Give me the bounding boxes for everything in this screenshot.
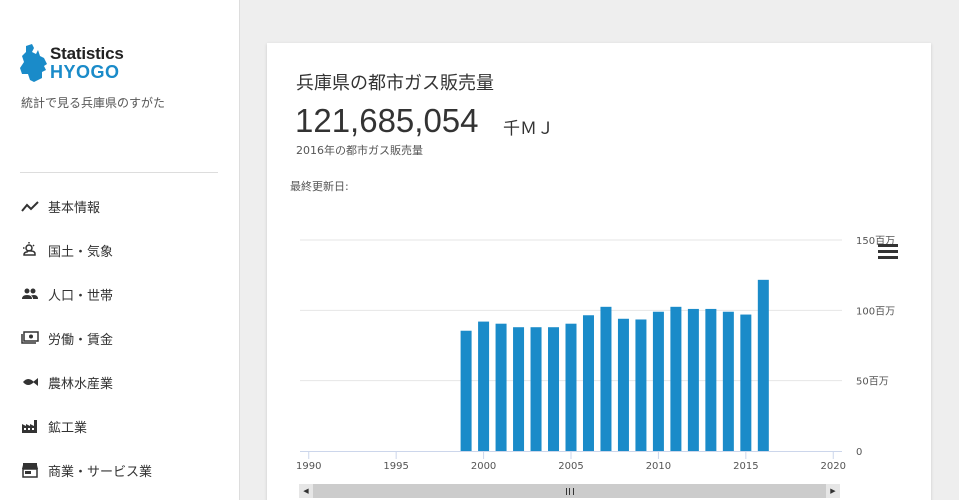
x-tick-label: 2015	[733, 461, 758, 472]
sidebar-item-label: 商業・サービス業	[48, 464, 153, 480]
bar	[705, 308, 717, 451]
fish-icon	[20, 372, 40, 392]
sidebar-item-label: 農林水産業	[48, 376, 114, 392]
bar	[513, 327, 525, 451]
x-tick-label: 1995	[383, 461, 408, 472]
x-tick-label: 1990	[296, 461, 321, 472]
bar	[740, 314, 752, 451]
x-tick-label: 2020	[821, 461, 846, 472]
bar	[530, 327, 542, 451]
tagline: 統計で見る兵庫県のすがた	[21, 96, 166, 110]
logo-title-top: Statistics	[50, 44, 124, 63]
sidebar-item-label: 人口・世帯	[48, 288, 114, 304]
bar-chart: 050百万100百万150百万1990 1995 2000 2005 2010 2015 2…	[296, 235, 895, 472]
bar	[548, 327, 560, 451]
sidebar-item-commerce[interactable]: 商業・サービス業	[20, 448, 220, 492]
sidebar-item-land-weather[interactable]: 国土・気象	[20, 228, 220, 272]
bar	[495, 323, 507, 451]
x-tick-label: 2005	[558, 461, 583, 472]
chart-scrollbar[interactable]: ◀ ▶	[299, 484, 840, 498]
bar	[617, 318, 629, 451]
store-icon	[20, 460, 40, 480]
bar	[460, 330, 472, 451]
bar	[757, 279, 769, 451]
x-tick-label: 2010	[646, 461, 671, 472]
sidebar-item-basic-info[interactable]: 基本情報	[20, 184, 220, 228]
weather-icon	[20, 240, 40, 260]
sidebar-divider	[20, 172, 218, 173]
chart-menu-button[interactable]	[878, 244, 898, 260]
logo-title-bottom: HYOGO	[50, 62, 120, 82]
bar	[582, 315, 594, 451]
sidebar-item-label: 国土・気象	[48, 244, 114, 260]
bar	[478, 321, 490, 451]
bar	[635, 319, 647, 451]
scroll-left-arrow-icon[interactable]: ◀	[299, 484, 313, 498]
people-icon	[20, 284, 40, 304]
sidebar-item-industry[interactable]: 鉱工業	[20, 404, 220, 448]
bar	[670, 306, 682, 451]
sidebar-item-label: 鉱工業	[48, 420, 88, 436]
trending-up-icon	[20, 196, 40, 216]
sidebar-item-labor[interactable]: 労働・賃金	[20, 316, 220, 360]
sidebar-nav: 基本情報 国土・気象 人口・世帯 労働・賃金 農林水産業 鉱工業 商業・サービス…	[20, 184, 220, 492]
hyogo-map-icon	[20, 44, 47, 82]
bar	[722, 311, 734, 451]
sidebar-item-label: 基本情報	[48, 200, 101, 216]
scroll-right-arrow-icon[interactable]: ▶	[826, 484, 840, 498]
sidebar-item-label: 労働・賃金	[48, 332, 114, 348]
factory-icon	[20, 416, 40, 436]
x-tick-label: 2000	[471, 461, 496, 472]
bar	[687, 308, 699, 451]
bar	[600, 306, 612, 451]
y-tick-label: 50百万	[856, 376, 889, 388]
sidebar-item-agriculture[interactable]: 農林水産業	[20, 360, 220, 404]
y-tick-label: 100百万	[856, 305, 895, 317]
y-tick-label: 0	[856, 447, 862, 458]
sidebar: Statistics HYOGO 統計で見る兵庫県のすがた 基本情報 国土・気象…	[0, 0, 240, 500]
bar	[652, 311, 664, 451]
stat-card: 兵庫県の都市ガス販売量 121,685,054 千ＭＪ 2016年の都市ガス販売…	[267, 43, 931, 500]
logo[interactable]: Statistics HYOGO	[20, 44, 160, 84]
bar	[565, 323, 577, 451]
money-icon	[20, 328, 40, 348]
scroll-thumb[interactable]	[313, 484, 826, 498]
sidebar-item-population[interactable]: 人口・世帯	[20, 272, 220, 316]
grip-icon	[565, 487, 574, 495]
